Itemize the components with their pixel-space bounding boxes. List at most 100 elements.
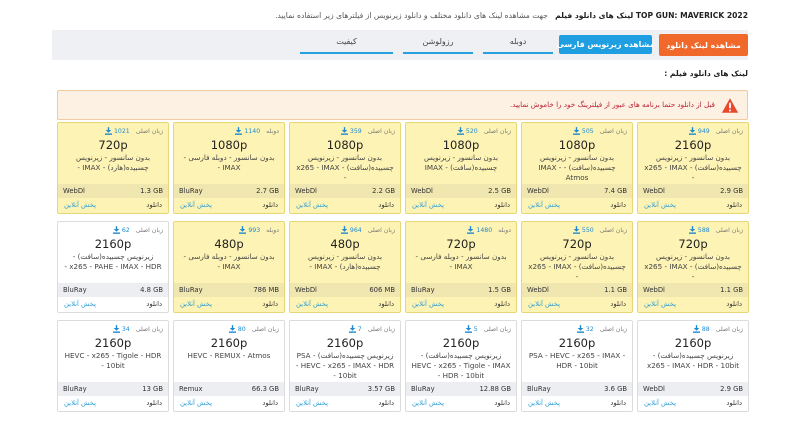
card-stream-button[interactable]: پخش آنلاین [296,300,328,308]
card-download-button[interactable]: دانلود [262,399,278,407]
card-download-button[interactable]: دانلود [146,399,162,407]
card-meta: WebDl 2.2 GB [290,184,400,198]
card-source: WebDl [527,286,549,294]
card-download-count: 993 [239,226,260,234]
card-stream-button[interactable]: پخش آنلاین [64,300,96,308]
filter-quality[interactable]: کیفیت [300,34,393,54]
card-language: دوبله [266,226,279,234]
card-size: 2.9 GB [720,187,743,195]
card-header: زبان اصلی 588 [688,226,743,234]
card-download-button[interactable]: دانلود [262,201,278,209]
card-source: WebDl [643,286,665,294]
card-download-button[interactable]: دانلود [146,300,162,308]
card-size: 1.1 GB [604,286,627,294]
warning-icon [721,98,739,113]
card-stream-button[interactable]: پخش آنلاین [644,201,676,209]
card-size: 606 MB [369,286,395,294]
card-description: بدون سانسور - زیرنویس چسبیده(سافت) - IMA… [538,153,616,182]
card-language: زبان اصلی [483,325,511,333]
download-card: زبان اصلی 32 2160p PSA - HEVC - x265 - IMAX… [521,320,633,412]
download-card: زبان اصلی 964 480p بدون سانسور - زیرنویس چس… [289,221,401,313]
card-meta: BluRay 1.5 GB [406,283,516,297]
card-download-button[interactable]: دانلود [726,300,742,308]
card-resolution: 2160p [94,237,132,251]
card-resolution: 720p [446,237,476,251]
download-icon [464,325,472,333]
download-icon [112,325,120,333]
filter-resolution[interactable]: رزولوشن [403,34,473,54]
card-download-count: 359 [340,127,362,135]
card-download-button[interactable]: دانلود [610,300,626,308]
card-download-button[interactable]: دانلود [378,300,394,308]
download-icon [235,127,243,135]
card-stream-button[interactable]: پخش آنلاین [644,399,676,407]
download-icon [456,127,464,135]
card-stream-button[interactable]: پخش آنلاین [180,399,212,407]
card-language: زبان اصلی [367,325,395,333]
card-source: BluRay [527,385,551,393]
card-size: 3.6 GB [604,385,627,393]
download-icon [239,226,247,234]
card-language: زبان اصلی [715,325,743,333]
card-language: زبان اصلی [599,226,627,234]
download-links-button[interactable]: مشاهده لینک دانلود [659,34,748,56]
download-count-value: 588 [697,226,710,234]
card-description: زیرنویس چسبیده(سافت) - x265 - PAHE - IMA… [64,252,162,271]
card-resolution: 2160p [210,336,248,350]
card-stream-button[interactable]: پخش آنلاین [64,201,96,209]
card-stream-button[interactable]: پخش آنلاین [528,300,560,308]
card-download-button[interactable]: دانلود [494,201,510,209]
card-download-button[interactable]: دانلود [378,201,394,209]
download-card: زبان اصلی 7 2160p زیرنویس چسبیده(سافت) - PS… [289,320,401,412]
card-header: دوبله 1140 [235,127,279,135]
card-resolution: 2160p [442,336,480,350]
card-download-button[interactable]: دانلود [146,201,162,209]
card-source: BluRay [411,385,435,393]
card-meta: BluRay 3.6 GB [522,382,632,396]
card-description: بدون سانسور - دوبله فارسی - IMAX - [183,153,275,172]
card-download-count: 588 [688,226,710,234]
card-description: بدون سانسور - دوبله فارسی - IMAX - [183,252,275,271]
card-download-button[interactable]: دانلود [262,300,278,308]
card-stream-button[interactable]: پخش آنلاین [180,300,212,308]
download-icon [688,127,696,135]
card-size: 66.3 GB [251,385,279,393]
download-icon [688,226,696,234]
download-count-value: 1480 [476,226,493,234]
card-download-button[interactable]: دانلود [494,399,510,407]
card-stream-button[interactable]: پخش آنلاین [528,399,560,407]
card-stream-button[interactable]: پخش آنلاین [412,399,444,407]
card-download-count: 1021 [104,127,130,135]
card-description: بدون سانسور - زیرنویس چسبیده(سافت) - x26… [528,252,626,281]
card-stream-button[interactable]: پخش آنلاین [528,201,560,209]
movie-title: TOP GUN: MAVERICK 2022 لینک های دانلود ف… [555,11,748,20]
card-stream-button[interactable]: پخش آنلاین [180,201,212,209]
card-meta: Remux 66.3 GB [174,382,284,396]
download-icon [692,325,700,333]
card-download-button[interactable]: دانلود [610,201,626,209]
page: TOP GUN: MAVERICK 2022 لینک های دانلود ف… [0,0,800,422]
card-download-button[interactable]: دانلود [610,399,626,407]
download-card: زبان اصلی 88 2160p زیرنویس چسبیده(سافت) - x… [637,320,749,412]
card-stream-button[interactable]: پخش آنلاین [296,201,328,209]
card-download-button[interactable]: دانلود [378,399,394,407]
card-meta: BluRay 13 GB [58,382,168,396]
card-stream-button[interactable]: پخش آنلاین [64,399,96,407]
card-size: 786 MB [253,286,279,294]
card-download-button[interactable]: دانلود [726,201,742,209]
card-header: زبان اصلی 34 [112,325,163,333]
card-header: زبان اصلی 550 [572,226,627,234]
card-stream-button[interactable]: پخش آنلاین [412,201,444,209]
card-source: BluRay [63,385,87,393]
card-source: WebDl [295,187,317,195]
card-stream-button[interactable]: پخش آنلاین [412,300,444,308]
persian-subtitle-button[interactable]: مشاهده زیرنویس فارسی [557,35,654,54]
card-meta: WebDl 2.5 GB [406,184,516,198]
card-source: Remux [179,385,203,393]
card-stream-button[interactable]: پخش آنلاین [644,300,676,308]
filter-dub[interactable]: دوبله [483,34,553,54]
card-download-button[interactable]: دانلود [726,399,742,407]
card-size: 1.1 GB [720,286,743,294]
card-download-button[interactable]: دانلود [494,300,510,308]
card-stream-button[interactable]: پخش آنلاین [296,399,328,407]
